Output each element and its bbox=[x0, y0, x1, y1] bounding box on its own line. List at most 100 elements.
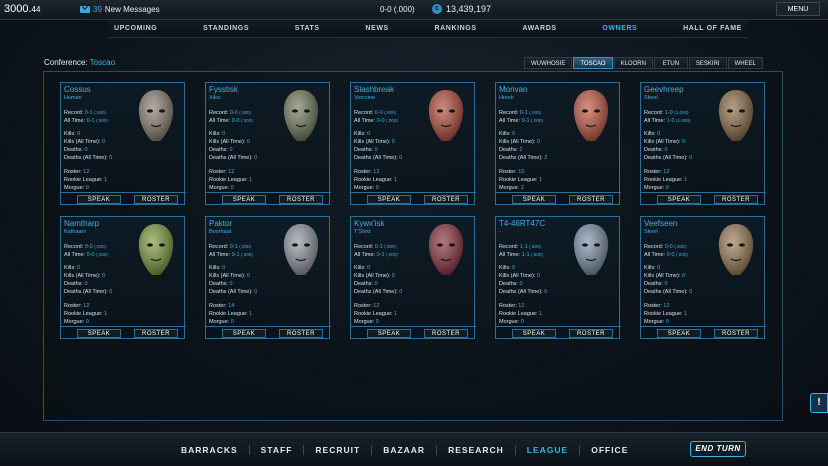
owner-race: Human bbox=[64, 95, 82, 101]
nav-barracks[interactable]: BARRACKS bbox=[170, 445, 250, 455]
menu-button[interactable]: MENU bbox=[776, 2, 820, 16]
roster-button[interactable]: ROSTER bbox=[714, 329, 758, 338]
speak-button[interactable]: SPEAK bbox=[367, 195, 411, 204]
roster-count: Roster: 12 bbox=[209, 169, 234, 175]
conference-name: Toscao bbox=[89, 58, 116, 67]
speak-button[interactable]: SPEAK bbox=[77, 195, 121, 204]
roster-button[interactable]: ROSTER bbox=[569, 195, 613, 204]
roster-count: Roster: 14 bbox=[209, 303, 234, 309]
morgue-value: 0 bbox=[375, 185, 379, 191]
roster-count-label: Roster: bbox=[499, 169, 517, 175]
kills-value: 0 bbox=[367, 131, 371, 137]
tab-owners[interactable]: OWNERS bbox=[596, 25, 643, 32]
kills-all-time: Kills (All Time): 0 bbox=[64, 273, 105, 279]
end-turn-button[interactable]: END TURN bbox=[690, 441, 746, 457]
info-button[interactable]: ! bbox=[810, 393, 828, 413]
roster-count-value: 12 bbox=[83, 303, 90, 309]
conference-tab-etun[interactable]: ETUN bbox=[653, 57, 688, 69]
rookie-league: Rookie League: 1 bbox=[644, 311, 687, 317]
owner-card: Fysstisk Xiloc Record: 0-0 (.000) All Time:… bbox=[205, 82, 331, 205]
all-time-record-label: All Time: bbox=[64, 252, 86, 258]
speak-button[interactable]: SPEAK bbox=[512, 195, 556, 204]
messages-link[interactable]: 39 New Messages bbox=[80, 5, 160, 14]
owner-card: Cossus Human Record: 0-1 (.000) All Time: 0… bbox=[60, 82, 186, 205]
all-time-record-value: 0-1 bbox=[86, 118, 95, 124]
rookie-league-label: Rookie League: bbox=[644, 311, 683, 317]
roster-button[interactable]: ROSTER bbox=[424, 195, 468, 204]
speak-button[interactable]: SPEAK bbox=[657, 195, 701, 204]
roster-button[interactable]: ROSTER bbox=[714, 195, 758, 204]
conference-tab-toscao[interactable]: TOSCAO bbox=[573, 57, 613, 69]
record: Record: 0-0 (.000) bbox=[354, 110, 396, 116]
kills-all-time-label: Kills (All Time): bbox=[209, 273, 246, 279]
owner-name: Namtharp bbox=[64, 219, 100, 228]
nav-bazaar[interactable]: BAZAAR bbox=[372, 445, 438, 455]
roster-button[interactable]: ROSTER bbox=[134, 195, 178, 204]
deaths-all-time-label: Deaths (All Time): bbox=[354, 155, 398, 161]
owner-card: T4-46RT47C - Record: 1-1 (.500) All Time: 1… bbox=[495, 216, 621, 339]
tab-upcoming[interactable]: UPCOMING bbox=[108, 25, 163, 32]
kills: Kills: 0 bbox=[499, 131, 515, 137]
roster-count-value: 10 bbox=[518, 169, 525, 175]
deaths-all-time: Deaths (All Time): 0 bbox=[64, 289, 112, 295]
roster-button[interactable]: ROSTER bbox=[279, 329, 323, 338]
kills-all-time-label: Kills (All Time): bbox=[64, 139, 101, 145]
record-label: Record: bbox=[499, 110, 519, 116]
kills: Kills: 0 bbox=[499, 265, 515, 271]
tab-awards[interactable]: AWARDS bbox=[516, 25, 562, 32]
record-label: Record: bbox=[64, 244, 84, 250]
record-pct: (.500) bbox=[529, 244, 542, 249]
kills-value: 0 bbox=[512, 265, 516, 271]
conference-tab-wheel[interactable]: WHEEL bbox=[727, 57, 763, 69]
owner-card-body: T4-46RT47C - Record: 1-1 (.500) All Time: 1… bbox=[496, 217, 621, 327]
nav-staff[interactable]: STAFF bbox=[250, 445, 305, 455]
kills-all-time: Kills (All Time): 0 bbox=[499, 139, 540, 145]
owner-race: Skeel bbox=[644, 95, 658, 101]
deaths-label: Deaths: bbox=[644, 281, 663, 287]
all-time-record-value: 0-0 bbox=[376, 118, 385, 124]
tab-standings[interactable]: STANDINGS bbox=[197, 25, 255, 32]
conference-tab-seskiri[interactable]: SESKIRI bbox=[688, 57, 727, 69]
tab-stats[interactable]: STATS bbox=[289, 25, 326, 32]
roster-button[interactable]: ROSTER bbox=[424, 329, 468, 338]
nav-recruit[interactable]: RECRUIT bbox=[304, 445, 373, 455]
speak-button[interactable]: SPEAK bbox=[77, 329, 121, 338]
nav-league[interactable]: LEAGUE bbox=[516, 445, 581, 455]
all-time-record: All Time: 0-1 (.000) bbox=[64, 118, 108, 124]
deaths: Deaths: 0 bbox=[354, 147, 378, 153]
record-value: 1-1 bbox=[519, 244, 528, 250]
morgue: Morgue: 0 bbox=[209, 319, 234, 325]
speak-button[interactable]: SPEAK bbox=[512, 329, 556, 338]
deaths-all-time-label: Deaths (All Time): bbox=[499, 289, 543, 295]
messages-count: 39 bbox=[93, 5, 102, 14]
speak-button[interactable]: SPEAK bbox=[657, 329, 701, 338]
deaths-all-time-label: Deaths (All Time): bbox=[644, 155, 688, 161]
kills-all-time-label: Kills (All Time): bbox=[644, 139, 681, 145]
kills-all-time: Kills (All Time): 0 bbox=[354, 139, 395, 145]
deaths-all-time: Deaths (All Time): 0 bbox=[499, 289, 547, 295]
owner-card-body: Veefseen Skeel Record: 0-0 (.000) All Time:… bbox=[641, 217, 766, 327]
roster-button[interactable]: ROSTER bbox=[279, 195, 323, 204]
tab-rankings[interactable]: RANKINGS bbox=[428, 25, 482, 32]
nav-office[interactable]: OFFICE bbox=[580, 445, 639, 455]
roster-button[interactable]: ROSTER bbox=[569, 329, 613, 338]
record: Record: 0-1 (.000) bbox=[499, 110, 541, 116]
deaths: Deaths: 0 bbox=[209, 281, 233, 287]
speak-button[interactable]: SPEAK bbox=[222, 195, 266, 204]
kills-value: 0 bbox=[657, 265, 661, 271]
all-time-record: All Time: 1-0 (1.000) bbox=[644, 118, 690, 124]
all-time-record-label: All Time: bbox=[644, 252, 666, 258]
speak-button[interactable]: SPEAK bbox=[222, 329, 266, 338]
speak-button[interactable]: SPEAK bbox=[367, 329, 411, 338]
tab-news[interactable]: NEWS bbox=[359, 25, 394, 32]
all-time-record-pct: (.000) bbox=[241, 252, 253, 257]
morgue-label: Morgue: bbox=[499, 185, 520, 191]
conference-tab-kloorn[interactable]: KLOORN bbox=[613, 57, 653, 69]
tab-hall-of-fame[interactable]: HALL OF FAME bbox=[677, 25, 748, 32]
rookie-league-value: 1 bbox=[249, 311, 253, 317]
nav-research[interactable]: RESEARCH bbox=[437, 445, 516, 455]
morgue: Morgue: 2 bbox=[499, 185, 524, 191]
all-time-record-label: All Time: bbox=[354, 118, 376, 124]
conference-tab-wuwhosie[interactable]: WUWHOSIE bbox=[524, 57, 573, 69]
roster-button[interactable]: ROSTER bbox=[134, 329, 178, 338]
